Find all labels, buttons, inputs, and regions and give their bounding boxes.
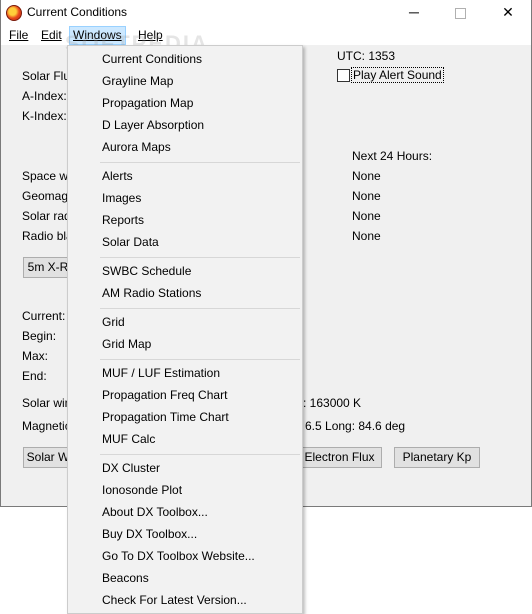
menu-separator bbox=[100, 308, 300, 309]
menu-item-muf-calc[interactable]: MUF Calc bbox=[68, 428, 302, 450]
menu-item-about-dx-toolbox[interactable]: About DX Toolbox... bbox=[68, 501, 302, 523]
menu-separator bbox=[100, 162, 300, 163]
solar-wind-button[interactable]: Solar W bbox=[23, 447, 73, 468]
xray-5m-button[interactable]: 5m X-R bbox=[23, 257, 73, 278]
solar-wind-temperature-value: : 163000 K bbox=[303, 396, 362, 410]
menu-edit-label: Edit bbox=[41, 28, 62, 42]
sun-app-icon bbox=[6, 5, 22, 21]
menu-item-check-latest-version[interactable]: Check For Latest Version... bbox=[68, 589, 302, 611]
menu-separator bbox=[100, 454, 300, 455]
menu-item-grid-map[interactable]: Grid Map bbox=[68, 333, 302, 355]
play-alert-sound-checkbox[interactable] bbox=[337, 69, 350, 82]
menu-item-grayline-map[interactable]: Grayline Map bbox=[68, 70, 302, 92]
menu-item-ionosonde-plot[interactable]: Ionosonde Plot bbox=[68, 479, 302, 501]
solar-wind-label: Solar win bbox=[22, 396, 72, 410]
magnetic-coordinates-value: 6.5 Long: 84.6 deg bbox=[305, 419, 406, 433]
k-index-label: K-Index: bbox=[22, 109, 67, 123]
menu-item-muf-luf-estimation[interactable]: MUF / LUF Estimation bbox=[68, 362, 302, 384]
utc-time: UTC: 1353 bbox=[337, 49, 396, 63]
solar-radiation-label: Solar rad bbox=[22, 209, 71, 223]
menu-item-propagation-map[interactable]: Propagation Map bbox=[68, 92, 302, 114]
menu-separator bbox=[100, 257, 300, 258]
next-24-hours-heading: Next 24 Hours: bbox=[352, 149, 433, 163]
geomagnetic-label: Geomag bbox=[22, 189, 69, 203]
title-bar: Current Conditions ─ ✕ bbox=[1, 0, 531, 26]
menu-item-go-to-website[interactable]: Go To DX Toolbox Website... bbox=[68, 545, 302, 567]
menu-separator bbox=[100, 359, 300, 360]
menu-edit[interactable]: Edit bbox=[38, 27, 65, 44]
menu-file-label: File bbox=[9, 28, 29, 42]
close-button[interactable]: ✕ bbox=[485, 0, 531, 26]
next-24-geomagnetic-value: None bbox=[352, 189, 381, 203]
radio-blackout-label: Radio bla bbox=[22, 229, 73, 243]
menu-item-beacons[interactable]: Beacons bbox=[68, 567, 302, 589]
menu-item-grid[interactable]: Grid bbox=[68, 311, 302, 333]
play-alert-sound-label[interactable]: Play Alert Sound bbox=[351, 67, 444, 83]
menu-item-buy-dx-toolbox[interactable]: Buy DX Toolbox... bbox=[68, 523, 302, 545]
next-24-space-weather-value: None bbox=[352, 169, 381, 183]
window-title: Current Conditions bbox=[27, 5, 128, 19]
menu-item-propagation-freq-chart[interactable]: Propagation Freq Chart bbox=[68, 384, 302, 406]
menu-item-propagation-time-chart[interactable]: Propagation Time Chart bbox=[68, 406, 302, 428]
menu-item-alerts[interactable]: Alerts bbox=[68, 165, 302, 187]
maximize-button[interactable] bbox=[437, 0, 483, 26]
menu-item-current-conditions[interactable]: Current Conditions bbox=[68, 48, 302, 70]
flare-max-label: Max: bbox=[22, 349, 49, 363]
flare-current-label: Current: bbox=[22, 309, 66, 323]
menu-item-reports[interactable]: Reports bbox=[68, 209, 302, 231]
menu-item-aurora-maps[interactable]: Aurora Maps bbox=[68, 136, 302, 158]
maximize-icon bbox=[454, 8, 466, 19]
menu-item-swbc-schedule[interactable]: SWBC Schedule bbox=[68, 260, 302, 282]
minimize-button[interactable]: ─ bbox=[391, 0, 437, 26]
menu-item-images[interactable]: Images bbox=[68, 187, 302, 209]
magnetic-label: Magnetic bbox=[22, 419, 71, 433]
next-24-radio-blackout-value: None bbox=[352, 229, 381, 243]
menu-item-dx-cluster[interactable]: DX Cluster bbox=[68, 457, 302, 479]
menu-file[interactable]: File bbox=[6, 27, 31, 44]
a-index-label: A-Index: bbox=[22, 89, 67, 103]
windows-dropdown-menu: Current Conditions Grayline Map Propagat… bbox=[67, 45, 303, 614]
electron-flux-button[interactable]: Electron Flux bbox=[297, 447, 382, 468]
flare-begin-label: Begin: bbox=[22, 329, 57, 343]
planetary-kp-button[interactable]: Planetary Kp bbox=[394, 447, 480, 468]
menu-item-solar-data[interactable]: Solar Data bbox=[68, 231, 302, 253]
menu-item-d-layer-absorption[interactable]: D Layer Absorption bbox=[68, 114, 302, 136]
next-24-solar-radiation-value: None bbox=[352, 209, 381, 223]
menu-item-am-radio-stations[interactable]: AM Radio Stations bbox=[68, 282, 302, 304]
flare-end-label: End: bbox=[22, 369, 47, 383]
